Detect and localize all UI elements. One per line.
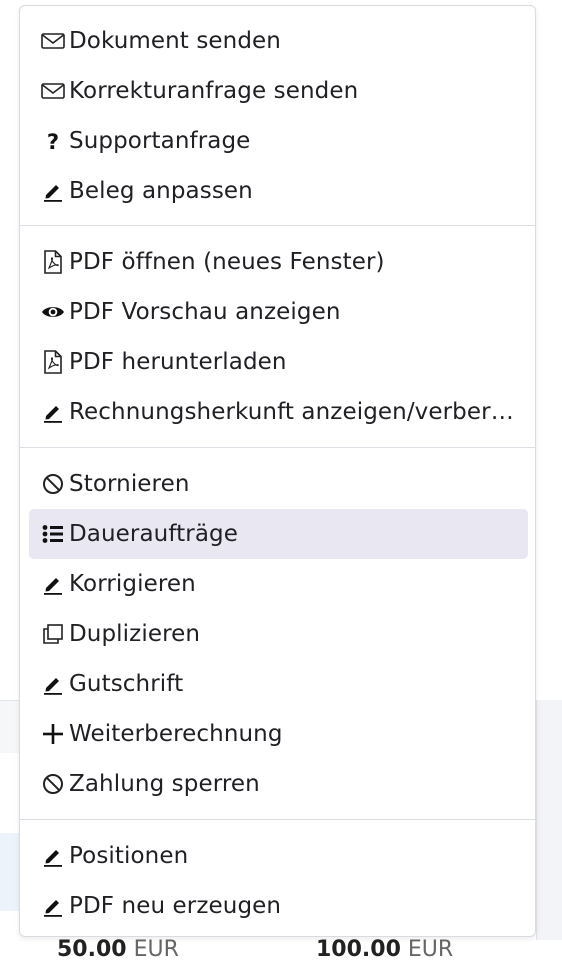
menu-divider [20,225,535,226]
menu-item-korrigieren[interactable]: Korrigieren [29,559,528,609]
menu-item-label: Dokument senden [69,28,281,54]
menu-item-pdf-neu-erzeugen[interactable]: PDF neu erzeugen [29,881,528,931]
menu-item-label: Gutschrift [69,671,184,697]
menu-item-korrekturanfrage-senden[interactable]: Korrekturanfrage senden [29,66,528,116]
menu-item-zahlung-sperren[interactable]: Zahlung sperren [29,759,528,809]
menu-item-pdf-herunterladen[interactable]: PDF herunterladen [29,337,528,387]
pdf-file-icon [37,237,69,287]
menu-item-dauerauftraege[interactable]: Daueraufträge [29,509,528,559]
menu-item-label: Korrigieren [69,571,196,597]
menu-item-weiterberechnung[interactable]: Weiterberechnung [29,709,528,759]
envelope-icon [37,66,69,116]
menu-item-beleg-anpassen[interactable]: Beleg anpassen [29,166,528,216]
ban-icon [37,459,69,509]
context-menu: Dokument senden Korrekturanfrage senden … [19,5,536,937]
menu-item-label: Duplizieren [69,621,201,647]
menu-item-pdf-oeffnen[interactable]: PDF öffnen (neues Fenster) [29,237,528,287]
question-icon: ? [37,116,69,166]
menu-item-label: PDF herunterladen [69,349,287,375]
menu-item-label: Zahlung sperren [69,771,260,797]
menu-item-dokument-senden[interactable]: Dokument senden [29,16,528,66]
menu-item-label: Rechnungsherkunft anzeigen/verber… [69,399,514,425]
menu-item-supportanfrage[interactable]: ? Supportanfrage [29,116,528,166]
plus-icon [37,709,69,759]
background-panel [536,700,562,940]
envelope-icon [37,16,69,66]
amount-right: 100.00 EUR [316,937,454,962]
menu-item-label: Weiterberechnung [69,721,283,747]
menu-divider [20,447,535,448]
menu-item-label: Stornieren [69,471,190,497]
menu-item-stornieren[interactable]: Stornieren [29,459,528,509]
menu-item-rechnungsherkunft[interactable]: Rechnungsherkunft anzeigen/verber… [29,387,528,437]
pencil-icon [37,659,69,709]
pencil-icon [37,831,69,881]
menu-item-label: PDF Vorschau anzeigen [69,299,341,325]
menu-item-gutschrift[interactable]: Gutschrift [29,659,528,709]
list-icon [37,509,69,559]
pencil-icon [37,166,69,216]
background-totals: 50.00 EUR 100.00 EUR [0,935,562,962]
menu-item-label: Supportanfrage [69,128,251,154]
menu-item-label: PDF öffnen (neues Fenster) [69,249,385,275]
menu-item-pdf-vorschau[interactable]: PDF Vorschau anzeigen [29,287,528,337]
menu-divider [20,819,535,820]
menu-item-label: Korrekturanfrage senden [69,78,359,104]
menu-item-label: Beleg anpassen [69,178,253,204]
svg-text:?: ? [47,130,59,152]
menu-item-label: Daueraufträge [69,521,238,547]
pencil-icon [37,881,69,931]
menu-item-label: Positionen [69,843,189,869]
ban-icon [37,759,69,809]
amount-left: 50.00 EUR [57,937,179,962]
pdf-file-icon [37,337,69,387]
menu-item-duplizieren[interactable]: Duplizieren [29,609,528,659]
pencil-icon [37,559,69,609]
pencil-icon [37,387,69,437]
menu-item-label: PDF neu erzeugen [69,893,282,919]
eye-icon [37,287,69,337]
copy-icon [37,609,69,659]
menu-item-positionen[interactable]: Positionen [29,831,528,881]
